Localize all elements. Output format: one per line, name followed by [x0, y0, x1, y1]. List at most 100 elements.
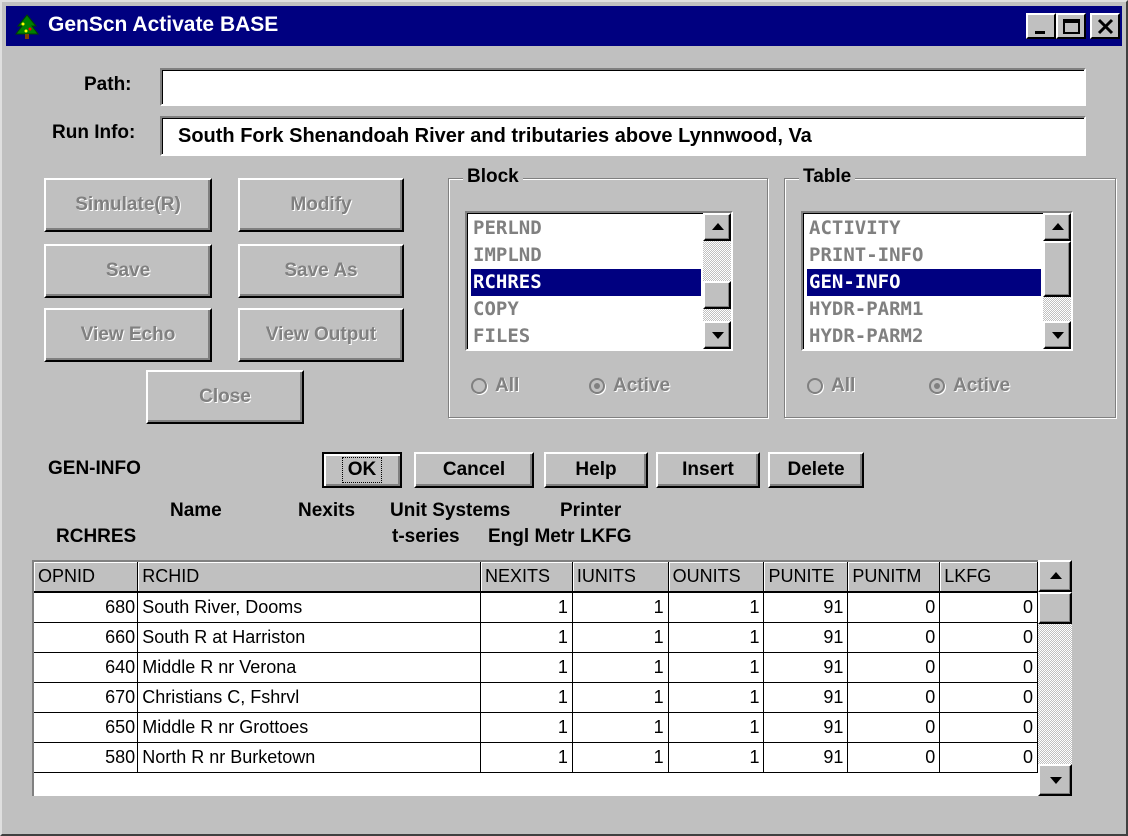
- cancel-button[interactable]: Cancel: [414, 452, 534, 488]
- cell-nexits[interactable]: 1: [480, 592, 573, 623]
- cell-ounits[interactable]: 1: [668, 592, 765, 623]
- cell-iunits[interactable]: 1: [572, 712, 669, 743]
- cell-ounits[interactable]: 1: [668, 652, 765, 683]
- cell-punite[interactable]: 91: [763, 682, 849, 713]
- column-header-nexits[interactable]: NEXITS: [480, 562, 573, 593]
- insert-button[interactable]: Insert: [656, 452, 760, 488]
- simulate-button[interactable]: Simulate(R): [44, 178, 212, 232]
- cell-iunits[interactable]: 1: [572, 652, 669, 683]
- list-item[interactable]: HYDR-PARM1: [807, 296, 1041, 323]
- delete-button[interactable]: Delete: [768, 452, 864, 488]
- list-item[interactable]: ACTIVITY: [807, 215, 1041, 242]
- cell-punitm[interactable]: 0: [847, 592, 941, 623]
- cell-punite[interactable]: 91: [763, 742, 849, 773]
- close-window-button[interactable]: [1090, 13, 1120, 39]
- cell-rchid[interactable]: South R at Harriston: [137, 622, 481, 653]
- cell-lkfg[interactable]: 0: [939, 592, 1038, 623]
- cell-punitm[interactable]: 0: [847, 712, 941, 743]
- minimize-button[interactable]: [1026, 13, 1056, 39]
- cell-opnid[interactable]: 680: [34, 592, 139, 623]
- cell-opnid[interactable]: 650: [34, 712, 139, 743]
- cell-nexits[interactable]: 1: [480, 682, 573, 713]
- ok-button[interactable]: OK: [322, 452, 402, 488]
- view-echo-button[interactable]: View Echo: [44, 308, 212, 362]
- scroll-up-button[interactable]: [703, 213, 731, 241]
- table-radio-active[interactable]: Active: [929, 375, 1010, 397]
- cell-ounits[interactable]: 1: [668, 682, 765, 713]
- table-row[interactable]: 580 North R nr Burketown 1 1 1 91 0 0: [34, 742, 1038, 773]
- scroll-down-button[interactable]: [1038, 764, 1072, 796]
- modify-button[interactable]: Modify: [238, 178, 404, 232]
- cell-punite[interactable]: 91: [763, 622, 849, 653]
- column-header-ounits[interactable]: OUNITS: [668, 562, 765, 593]
- cell-punite[interactable]: 91: [763, 652, 849, 683]
- list-item[interactable]: FILES: [471, 323, 701, 349]
- block-radio-all[interactable]: All: [471, 375, 519, 397]
- run-info-field[interactable]: South Fork Shenandoah River and tributar…: [160, 116, 1086, 156]
- cell-iunits[interactable]: 1: [572, 622, 669, 653]
- scroll-thumb[interactable]: [1038, 592, 1072, 624]
- scroll-up-button[interactable]: [1043, 213, 1071, 241]
- table-row[interactable]: 670 Christians C, Fshrvl 1 1 1 91 0 0: [34, 682, 1038, 713]
- scroll-up-button[interactable]: [1038, 560, 1072, 592]
- cell-lkfg[interactable]: 0: [939, 622, 1038, 653]
- table-row[interactable]: 640 Middle R nr Verona 1 1 1 91 0 0: [34, 652, 1038, 683]
- list-item[interactable]: IMPLND: [471, 242, 701, 269]
- scroll-thumb[interactable]: [1043, 241, 1071, 297]
- cell-rchid[interactable]: North R nr Burketown: [137, 742, 481, 773]
- list-item[interactable]: PRINT-INFO: [807, 242, 1041, 269]
- cell-ounits[interactable]: 1: [668, 712, 765, 743]
- block-scrollbar[interactable]: [703, 213, 731, 349]
- save-button[interactable]: Save: [44, 244, 212, 298]
- table-row[interactable]: 650 Middle R nr Grottoes 1 1 1 91 0 0: [34, 712, 1038, 743]
- save-as-button[interactable]: Save As: [238, 244, 404, 298]
- cell-rchid[interactable]: South River, Dooms: [137, 592, 481, 623]
- close-button[interactable]: Close: [146, 370, 304, 424]
- list-item-selected[interactable]: RCHRES: [471, 269, 701, 296]
- cell-iunits[interactable]: 1: [572, 592, 669, 623]
- cell-nexits[interactable]: 1: [480, 652, 573, 683]
- grid-scrollbar[interactable]: [1038, 560, 1072, 796]
- list-item[interactable]: PERLND: [471, 215, 701, 242]
- data-grid[interactable]: OPNID RCHID NEXITS IUNITS OUNITS PUNITE …: [32, 560, 1038, 796]
- cell-punite[interactable]: 91: [763, 592, 849, 623]
- column-header-lkfg[interactable]: LKFG: [939, 562, 1038, 593]
- cell-lkfg[interactable]: 0: [939, 682, 1038, 713]
- cell-punitm[interactable]: 0: [847, 682, 941, 713]
- table-listbox[interactable]: ACTIVITY PRINT-INFO GEN-INFO HYDR-PARM1 …: [801, 211, 1073, 351]
- table-radio-all[interactable]: All: [807, 375, 855, 397]
- column-header-punitm[interactable]: PUNITM: [847, 562, 941, 593]
- title-bar[interactable]: GenScn Activate BASE: [6, 6, 1122, 46]
- list-item[interactable]: COPY: [471, 296, 701, 323]
- cell-rchid[interactable]: Christians C, Fshrvl: [137, 682, 481, 713]
- list-item-selected[interactable]: GEN-INFO: [807, 269, 1041, 296]
- cell-rchid[interactable]: Middle R nr Verona: [137, 652, 481, 683]
- column-header-opnid[interactable]: OPNID: [34, 562, 139, 593]
- cell-opnid[interactable]: 660: [34, 622, 139, 653]
- cell-punitm[interactable]: 0: [847, 652, 941, 683]
- cell-iunits[interactable]: 1: [572, 682, 669, 713]
- table-row[interactable]: 660 South R at Harriston 1 1 1 91 0 0: [34, 622, 1038, 653]
- cell-punitm[interactable]: 0: [847, 742, 941, 773]
- cell-opnid[interactable]: 670: [34, 682, 139, 713]
- cell-opnid[interactable]: 640: [34, 652, 139, 683]
- list-item[interactable]: HYDR-PARM2: [807, 323, 1041, 349]
- path-field[interactable]: [160, 68, 1086, 106]
- block-listbox[interactable]: PERLND IMPLND RCHRES COPY FILES: [465, 211, 733, 351]
- block-radio-active[interactable]: Active: [589, 375, 670, 397]
- table-scrollbar[interactable]: [1043, 213, 1071, 349]
- maximize-button[interactable]: [1056, 13, 1086, 39]
- cell-nexits[interactable]: 1: [480, 622, 573, 653]
- cell-nexits[interactable]: 1: [480, 712, 573, 743]
- cell-iunits[interactable]: 1: [572, 742, 669, 773]
- view-output-button[interactable]: View Output: [238, 308, 404, 362]
- scroll-thumb[interactable]: [703, 281, 731, 309]
- scroll-down-button[interactable]: [1043, 321, 1071, 349]
- cell-punite[interactable]: 91: [763, 712, 849, 743]
- cell-lkfg[interactable]: 0: [939, 712, 1038, 743]
- cell-nexits[interactable]: 1: [480, 742, 573, 773]
- cell-ounits[interactable]: 1: [668, 742, 765, 773]
- column-header-rchid[interactable]: RCHID: [137, 562, 481, 593]
- cell-lkfg[interactable]: 0: [939, 652, 1038, 683]
- cell-ounits[interactable]: 1: [668, 622, 765, 653]
